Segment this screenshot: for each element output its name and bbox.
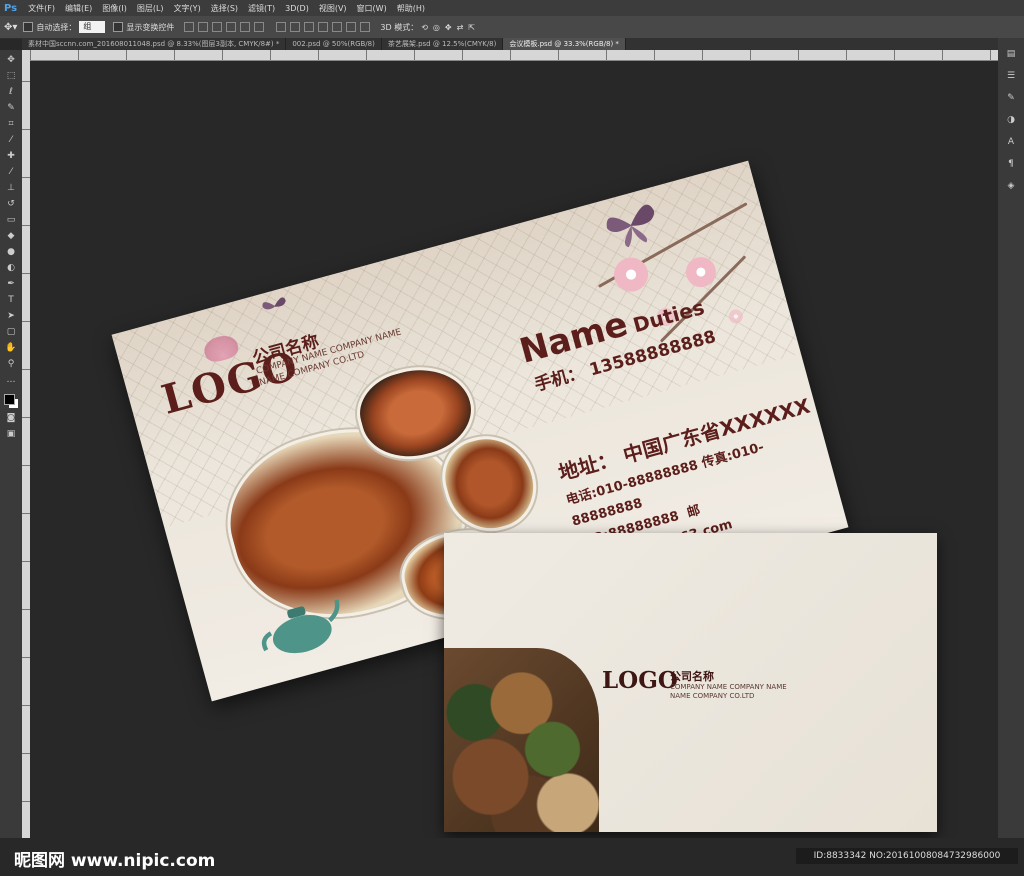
shape-tool-icon[interactable]: ▢	[5, 326, 17, 338]
doc-tab-4-active[interactable]: 会议模板.psd @ 33.3%(RGB/8) *	[503, 38, 626, 50]
menu-bar: Ps 文件(F) 编辑(E) 图像(I) 图层(L) 文字(Y) 选择(S) 滤…	[0, 0, 1024, 16]
menu-filter[interactable]: 滤镜(T)	[243, 3, 280, 14]
herbs-photo	[444, 648, 599, 832]
move-tool-icon[interactable]: ✥	[5, 54, 17, 66]
eyedropper-tool-icon[interactable]: ⁄	[5, 134, 17, 146]
brush-panel-icon[interactable]: ✎	[1005, 92, 1017, 104]
distribute-top-icon[interactable]	[276, 22, 287, 32]
back-company-name-en: COMPANY NAME COMPANY NAME NAME COMPANY C…	[670, 683, 787, 701]
type-tool-icon[interactable]: T	[5, 294, 17, 306]
more-tools-icon[interactable]: …	[5, 374, 17, 386]
quick-select-tool-icon[interactable]: ✎	[5, 102, 17, 114]
show-transform-checkbox[interactable]	[113, 22, 124, 32]
doc-tab-1[interactable]: 素材中国sccnn.com_201608011048.psd @ 8.33%(图…	[22, 38, 287, 50]
quick-mask-icon[interactable]: ◙	[5, 412, 17, 424]
3d-roll-icon[interactable]: ◎	[433, 23, 440, 32]
distribute-left-icon[interactable]	[318, 22, 329, 32]
align-left-icon[interactable]	[226, 22, 237, 32]
vertical-ruler	[22, 50, 30, 850]
business-card-back[interactable]: LOGO 公司名称 COMPANY NAME COMPANY NAME NAME…	[444, 533, 937, 832]
back-logo-text: LOGO	[602, 667, 678, 694]
eraser-tool-icon[interactable]: ▭	[5, 214, 17, 226]
clone-stamp-icon[interactable]: ⊥	[5, 182, 17, 194]
document-tabs: 素材中国sccnn.com_201608011048.psd @ 8.33%(图…	[22, 38, 998, 50]
menu-edit[interactable]: 编辑(E)	[60, 3, 97, 14]
align-buttons	[182, 22, 266, 32]
align-center-icon[interactable]	[240, 22, 251, 32]
3d-rotate-icon[interactable]: ⟲	[421, 23, 428, 32]
dodge-tool-icon[interactable]: ◐	[5, 262, 17, 274]
menu-window[interactable]: 窗口(W)	[352, 3, 392, 14]
move-tool-icon[interactable]: ✥▾	[4, 22, 17, 33]
3d-mode-group: 3D 模式： ⟲ ◎ ✥ ⇄ ⇱	[380, 22, 475, 33]
back-company-name-en-line1: COMPANY NAME COMPANY NAME	[670, 683, 787, 691]
back-company-name-en-line2: NAME COMPANY CO.LTD	[670, 692, 755, 700]
3d-mode-label: 3D 模式：	[380, 22, 419, 32]
doc-tab-2[interactable]: 002.psd @ 50%(RGB/8)	[286, 38, 382, 50]
foreground-color-swatch[interactable]	[4, 394, 15, 405]
menu-type[interactable]: 文字(Y)	[169, 3, 206, 14]
align-right-icon[interactable]	[254, 22, 265, 32]
paragraph-panel-icon[interactable]: ¶	[1005, 158, 1017, 170]
auto-align-icon[interactable]	[360, 22, 371, 32]
move-tool-options: ✥▾ 自动选择： 组	[4, 21, 106, 33]
history-brush-icon[interactable]: ↺	[5, 198, 17, 210]
show-transform-label: 显示变换控件	[126, 22, 175, 32]
lasso-tool-icon[interactable]: ℓ	[5, 86, 17, 98]
menu-view[interactable]: 视图(V)	[314, 3, 352, 14]
crop-tool-icon[interactable]: ⌗	[5, 118, 17, 130]
color-swatches[interactable]	[4, 394, 18, 408]
menu-select[interactable]: 选择(S)	[206, 3, 243, 14]
image-id-label: ID:8833342 NO:20161008084732986000	[796, 848, 1018, 864]
pen-tool-icon[interactable]: ✒	[5, 278, 17, 290]
blur-tool-icon[interactable]: ●	[5, 246, 17, 258]
distribute-center-icon[interactable]	[332, 22, 343, 32]
3d-panel-icon[interactable]: ◈	[1005, 180, 1017, 192]
history-panel-icon[interactable]: ▤	[1005, 48, 1017, 60]
menu-help[interactable]: 帮助(H)	[392, 3, 430, 14]
back-company-name-cn: 公司名称	[670, 670, 714, 683]
align-middle-icon[interactable]	[198, 22, 209, 32]
properties-panel-icon[interactable]: ☰	[1005, 70, 1017, 82]
distribute-middle-icon[interactable]	[290, 22, 301, 32]
brush-tool-icon[interactable]: ⁄	[5, 166, 17, 178]
zoom-tool-icon[interactable]: ⚲	[5, 358, 17, 370]
3d-scale-icon[interactable]: ⇱	[468, 23, 475, 32]
doc-tab-3[interactable]: 茶艺展架.psd @ 12.5%(CMYK/8)	[382, 38, 504, 50]
align-bottom-icon[interactable]	[212, 22, 223, 32]
transform-controls-group: 显示变换控件	[113, 22, 174, 33]
paint-bucket-icon[interactable]: ◆	[5, 230, 17, 242]
menu-image[interactable]: 图像(I)	[97, 3, 132, 14]
screen-mode-icon[interactable]: ▣	[5, 428, 17, 440]
3d-pan-icon[interactable]: ✥	[445, 23, 452, 32]
hand-tool-icon[interactable]: ✋	[5, 342, 17, 354]
healing-brush-icon[interactable]: ✚	[5, 150, 17, 162]
site-watermark: 昵图网 www.nipic.com	[14, 851, 216, 871]
distribute-bottom-icon[interactable]	[304, 22, 315, 32]
menu-layer[interactable]: 图层(L)	[132, 3, 169, 14]
horizontal-ruler	[30, 50, 998, 61]
auto-select-label: 自动选择：	[36, 22, 77, 32]
tools-panel: ✥ ⬚ ℓ ✎ ⌗ ⁄ ✚ ⁄ ⊥ ↺ ▭ ◆ ● ◐ ✒ T ➤ ▢ ✋ ⚲ …	[0, 50, 22, 850]
3d-slide-icon[interactable]: ⇄	[457, 23, 464, 32]
auto-select-checkbox[interactable]	[23, 22, 34, 32]
menu-3d[interactable]: 3D(D)	[280, 4, 314, 13]
path-select-icon[interactable]: ➤	[5, 310, 17, 322]
align-top-icon[interactable]	[184, 22, 195, 32]
marquee-tool-icon[interactable]: ⬚	[5, 70, 17, 82]
document-canvas[interactable]: LOGO 公司名称 COMPANY NAME COMPANY NAME NAME…	[30, 61, 998, 850]
menu-file[interactable]: 文件(F)	[23, 3, 60, 14]
character-panel-icon[interactable]: A	[1005, 136, 1017, 148]
adjustments-panel-icon[interactable]: ◑	[1005, 114, 1017, 126]
distribute-right-icon[interactable]	[346, 22, 357, 32]
photoshop-logo-icon: Ps	[4, 2, 18, 14]
right-panel-dock: ▤ ☰ ✎ ◑ A ¶ ◈	[998, 38, 1024, 850]
options-bar: ✥▾ 自动选择： 组 显示变换控件 3D 模式： ⟲ ◎ ✥ ⇄ ⇱	[0, 16, 1024, 39]
distribute-buttons	[274, 22, 372, 32]
auto-select-dropdown[interactable]: 组	[79, 21, 106, 33]
